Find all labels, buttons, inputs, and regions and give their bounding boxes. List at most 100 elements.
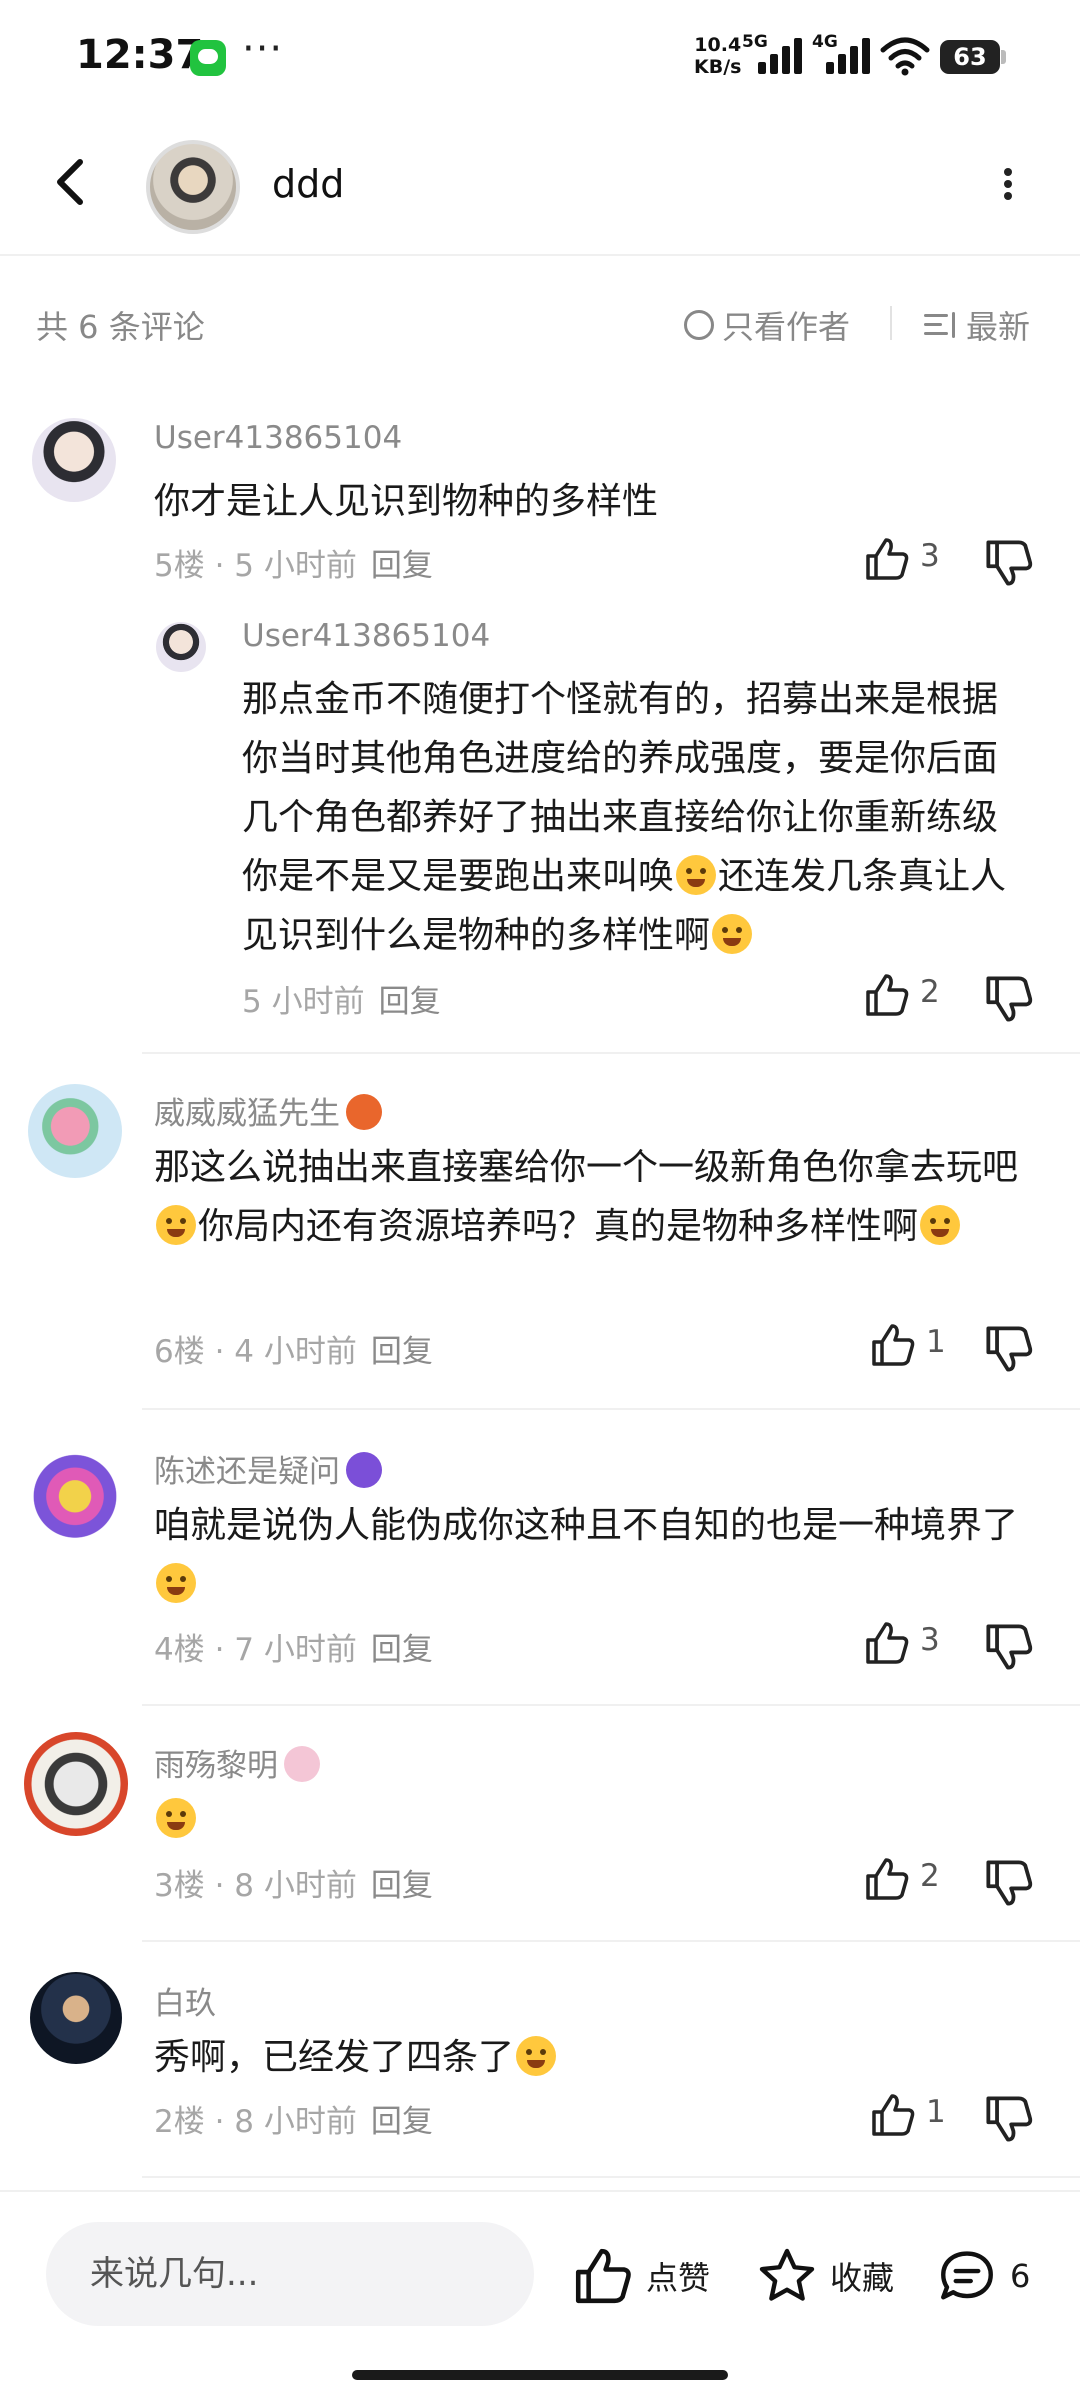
user-avatar[interactable]	[30, 1972, 122, 2064]
comment-meta: 5 小时前 回复	[242, 976, 441, 1021]
like-button[interactable]: 3	[864, 536, 984, 586]
crying-emoji-icon	[156, 1563, 196, 1603]
user-avatar[interactable]	[24, 1732, 128, 1836]
back-button[interactable]	[40, 150, 104, 214]
thumbs-down-icon[interactable]	[984, 974, 1034, 1024]
game-badge-icon	[346, 1094, 382, 1130]
comment-input[interactable]	[46, 2222, 534, 2326]
favorite-button[interactable]: 收藏	[756, 2246, 894, 2306]
grinning-emoji-icon	[712, 914, 753, 954]
signal-icon	[826, 38, 872, 74]
reply-button[interactable]: 回复	[371, 2104, 433, 2140]
like-post-label: 点赞	[646, 2259, 711, 2297]
grinning-emoji-icon	[156, 1798, 196, 1838]
author-avatar[interactable]	[146, 140, 240, 234]
comment-meta: 6楼 · 4 小时前 回复	[154, 1326, 433, 1371]
reply-button[interactable]: 回复	[371, 1632, 433, 1668]
thumbs-up-icon	[866, 974, 909, 1016]
comment-divider	[142, 1704, 1080, 1706]
comments-button[interactable]: 6	[936, 2246, 1030, 2306]
sort-button[interactable]: 最新	[924, 302, 1030, 348]
like-count: 3	[920, 538, 940, 574]
comment-username[interactable]: User413865104	[242, 618, 490, 654]
comment-text-part: 咱就是说伪人能伪成你这种且不自知的也是一种境界了	[154, 1505, 1019, 1546]
comment-time: 5 小时前	[242, 984, 365, 1020]
favorite-label: 收藏	[830, 2259, 895, 2297]
thumbs-down-icon[interactable]	[984, 1858, 1034, 1908]
comment-text: 那点金币不随便打个怪就有的，招募出来是根据你当时其他角色进度给的养成强度，要是你…	[242, 670, 1032, 965]
comment-text: 秀啊，已经发了四条了	[154, 2028, 1034, 2087]
comment-text-part: 你局内还有资源培养吗？真的是物种多样性啊	[198, 1206, 919, 1247]
thumbs-down-icon[interactable]	[984, 1622, 1034, 1672]
network-speed-value: 10.4	[694, 34, 742, 56]
thumbs-up-icon	[866, 1858, 909, 1900]
signal-icon	[758, 38, 804, 74]
thumbs-up-icon	[872, 2094, 915, 2136]
bottom-action-bar: 点赞 收藏 6	[0, 2190, 1080, 2400]
comment-meta: 3楼 · 8 小时前 回复	[154, 1860, 433, 1905]
network-speed: 10.4 KB/s	[694, 34, 741, 78]
comment-divider	[142, 1408, 1080, 1410]
comment-username[interactable]: 雨殇黎明	[154, 1748, 278, 1784]
comment-floor-time: 4楼 · 7 小时前	[154, 1632, 357, 1668]
comment-text: 你才是让人见识到物种的多样性	[154, 481, 659, 522]
comment-floor-time: 5楼 · 5 小时前	[154, 548, 357, 584]
kissing-emoji-icon	[156, 1205, 196, 1245]
thumbs-down-icon[interactable]	[984, 2094, 1034, 2144]
comment-username[interactable]: 陈述还是疑问	[154, 1454, 340, 1490]
message-notification-icon	[190, 40, 226, 76]
comment-divider	[142, 2176, 1080, 2178]
comment-text	[154, 1790, 1034, 1849]
like-button[interactable]: 2	[864, 972, 984, 1022]
comment-floor-time: 6楼 · 4 小时前	[154, 1334, 357, 1370]
comment-username[interactable]: User413865104	[154, 420, 402, 456]
thumbs-down-icon[interactable]	[984, 538, 1034, 588]
reply-button[interactable]: 回复	[371, 1334, 433, 1370]
like-count: 2	[920, 974, 940, 1010]
user-avatar[interactable]	[22, 1438, 128, 1544]
comment-username[interactable]: 威威威猛先生	[154, 1096, 340, 1132]
like-count: 2	[920, 1858, 940, 1894]
like-button[interactable]: 1	[870, 1322, 990, 1372]
like-button[interactable]: 2	[864, 1856, 984, 1906]
comment-text: 那这么说抽出来直接塞给你一个一级新角色你拿去玩吧你局内还有资源培养吗？真的是物种…	[154, 1138, 1034, 1256]
comment-text-part: 那这么说抽出来直接塞给你一个一级新角色你拿去玩吧	[154, 1147, 1019, 1188]
bomb-badge-icon	[346, 1452, 382, 1488]
more-options-button[interactable]	[988, 164, 1028, 204]
skull-badge-icon	[284, 1746, 320, 1782]
wifi-icon	[880, 37, 930, 76]
reply-button[interactable]: 回复	[379, 984, 441, 1020]
author-only-label: 只看作者	[722, 308, 851, 346]
home-indicator[interactable]	[352, 2370, 728, 2380]
thumbs-up-icon	[866, 538, 909, 580]
like-post-button[interactable]: 点赞	[572, 2246, 710, 2306]
comment-username-row: 雨殇黎明	[154, 1740, 320, 1785]
star-icon	[759, 2248, 815, 2301]
user-avatar[interactable]	[156, 622, 206, 672]
comment-username[interactable]: 白玖	[154, 1978, 216, 2023]
post-title[interactable]: ddd	[272, 162, 344, 206]
battery-icon: 63	[940, 40, 1006, 74]
thumbs-up-icon	[872, 1324, 915, 1366]
user-avatar[interactable]	[28, 1084, 122, 1178]
comment-count: 共 6 条评论	[36, 308, 205, 346]
reply-button[interactable]: 回复	[371, 548, 433, 584]
network-speed-unit: KB/s	[694, 56, 742, 78]
comment-divider	[142, 1940, 1080, 1942]
comment-meta: 2楼 · 8 小时前 回复	[154, 2096, 433, 2141]
status-time: 12:37	[76, 32, 204, 78]
comment-meta: 5楼 · 5 小时前 回复	[154, 540, 433, 585]
user-avatar[interactable]	[32, 418, 116, 502]
author-only-toggle[interactable]: 只看作者	[684, 302, 850, 348]
comment-meta: 4楼 · 7 小时前 回复	[154, 1624, 433, 1669]
like-button[interactable]: 3	[864, 1620, 984, 1670]
sort-icon	[924, 310, 958, 340]
crying-emoji-icon	[676, 855, 717, 895]
heart-eyes-emoji-icon	[516, 2036, 557, 2076]
like-button[interactable]: 1	[870, 2092, 990, 2142]
divider	[890, 306, 892, 340]
sort-label: 最新	[966, 308, 1031, 346]
reply-button[interactable]: 回复	[371, 1868, 433, 1904]
thumbs-up-icon	[866, 1622, 909, 1664]
thumbs-down-icon[interactable]	[984, 1324, 1034, 1374]
